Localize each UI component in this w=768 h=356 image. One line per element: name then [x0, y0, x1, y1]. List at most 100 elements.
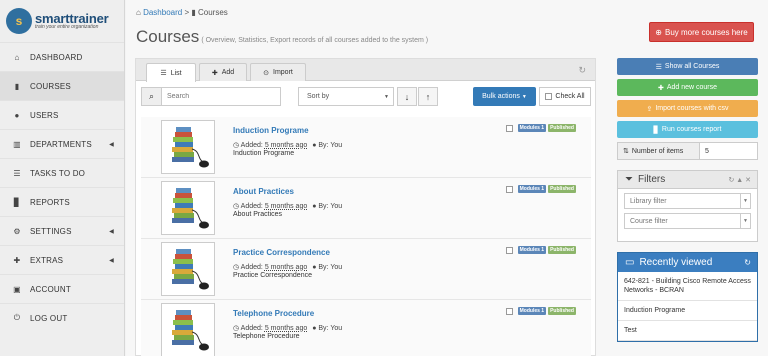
check-all[interactable]: Check All	[539, 87, 591, 106]
course-thumbnail[interactable]	[161, 181, 215, 235]
course-thumbnail[interactable]	[161, 242, 215, 296]
breadcrumb-dashboard-link[interactable]: Dashboard	[143, 8, 182, 17]
add-new-course-button[interactable]: ✚ Add new course	[617, 79, 758, 96]
user-icon: ●	[312, 203, 317, 210]
course-row: Practice Correspondence ◷ Added: 5 month…	[141, 239, 591, 300]
sidebar-item-users[interactable]: ● USERS	[0, 100, 124, 129]
import-csv-button[interactable]: ⇪ Import courses with csv	[617, 100, 758, 117]
clock-icon: ◷	[233, 203, 240, 210]
sidebar-item-account[interactable]: ▣ ACCOUNT	[0, 274, 124, 303]
modules-badge: Modules 1	[517, 246, 547, 254]
check-all-checkbox	[545, 93, 553, 100]
folder-open-icon: ▭	[625, 257, 635, 268]
course-row: Induction Programe ◷ Added: 5 months ago…	[141, 117, 591, 178]
list-icon: ☰	[655, 63, 662, 71]
status-badge: Published	[548, 185, 576, 193]
course-title-link[interactable]: About Practices	[233, 187, 294, 196]
sidebar-item-log-out[interactable]: ⏻ LOG OUT	[0, 303, 124, 332]
sort-numeric-icon: ⇅	[623, 148, 629, 155]
course-filter-select[interactable]: Course filter ▼	[624, 213, 751, 229]
show-all-courses-button[interactable]: ☰ Show all Courses	[617, 58, 758, 75]
course-thumbnail[interactable]	[161, 120, 215, 174]
modules-badge: Modules 1	[517, 124, 547, 132]
recently-viewed-box: ▭ Recently viewed ↻ 642-821 - Building Ci…	[617, 252, 758, 342]
buy-more-courses-button[interactable]: ⊕ Buy more courses here	[649, 22, 754, 42]
sidebar-item-label: DEPARTMENTS	[30, 139, 92, 149]
number-of-items: ⇅ Number of items 5	[617, 142, 758, 160]
tab-import[interactable]: ⊙ Import	[250, 63, 306, 81]
logo-tagline: train your entire organization	[35, 24, 99, 30]
sidebar-item-label: LOG OUT	[30, 313, 68, 323]
dropdown-icon: ▼	[740, 194, 750, 208]
recent-item[interactable]: Test	[618, 321, 757, 341]
status-badge: Published	[548, 124, 576, 132]
course-select-checkbox[interactable]	[505, 185, 513, 193]
cart-icon: ⊕	[655, 27, 662, 37]
sidebar-item-settings[interactable]: ⚙ SETTINGS ◀	[0, 216, 124, 245]
sidebar-item-label: ACCOUNT	[30, 284, 71, 294]
clock-icon: ◷	[233, 264, 240, 271]
refresh-icon[interactable]: ↻	[578, 65, 586, 76]
course-thumbnail[interactable]	[161, 303, 215, 356]
recently-viewed-title: Recently viewed	[639, 257, 713, 268]
course-select-checkbox[interactable]	[505, 307, 513, 315]
tasks-icon: ☰	[13, 168, 21, 178]
course-description: Induction Programe	[233, 150, 295, 157]
course-description: About Practices	[233, 211, 283, 218]
status-badge: Published	[548, 246, 576, 254]
sort-asc-button[interactable]: ↑	[418, 87, 438, 106]
sidebar-item-extras[interactable]: ✚ EXTRAS ◀	[0, 245, 124, 274]
tab-list[interactable]: ☰ List	[146, 63, 196, 82]
course-select-checkbox[interactable]	[505, 246, 513, 254]
courses-panel: ☰List ✚Add ⊙Import ↻ ⌕ Sort by▼ ↓ ↑ Bulk…	[135, 58, 596, 356]
caret-left-icon: ◀	[109, 228, 114, 235]
bulk-actions-button[interactable]: Bulk actions ▼	[473, 87, 536, 106]
sidebar-item-courses[interactable]: ▮ COURSES	[0, 71, 124, 100]
tab-add[interactable]: ✚ Add	[199, 63, 247, 81]
sidebar-item-reports[interactable]: ▊ REPORTS	[0, 187, 124, 216]
clock-icon: ◷	[233, 325, 240, 332]
recent-item[interactable]: Induction Programe	[618, 301, 757, 321]
refresh-icon[interactable]: ↻	[744, 258, 751, 267]
number-of-items-input[interactable]: 5	[700, 143, 709, 159]
course-title-link[interactable]: Telephone Procedure	[233, 309, 314, 318]
sort-desc-button[interactable]: ↓	[397, 87, 417, 106]
sort-select[interactable]: Sort by ▼	[298, 87, 394, 106]
list-toolbar: ⌕ Sort by▼ ↓ ↑ Bulk actions▼ Check All	[141, 87, 591, 107]
caret-down-icon: ▼	[521, 93, 527, 100]
sidebar-item-label: COURSES	[30, 81, 71, 91]
course-title-link[interactable]: Induction Programe	[233, 126, 309, 135]
arrow-down-icon: ↓	[404, 91, 410, 102]
sidebar-item-departments[interactable]: ▥ DEPARTMENTS ◀	[0, 129, 124, 158]
course-row: Telephone Procedure ◷ Added: 5 months ag…	[141, 300, 591, 356]
lock-icon: ▣	[13, 284, 21, 294]
main-content: ⌂ Dashboard > ▮ Courses Courses( Overvie…	[126, 0, 768, 356]
filter-icon: ⏷	[625, 174, 633, 185]
run-report-button[interactable]: ▊ Run courses report	[617, 121, 758, 138]
sidebar-item-tasks-to-do[interactable]: ☰ TASKS TO DO	[0, 158, 124, 187]
course-select-checkbox[interactable]	[505, 124, 513, 132]
dropdown-icon: ▼	[740, 214, 750, 228]
sidebar-item-label: EXTRAS	[30, 255, 64, 265]
clock-icon: ◷	[233, 142, 240, 149]
sidebar: s smarttrainer train your entire organiz…	[0, 0, 125, 356]
logo[interactable]: s smarttrainer train your entire organiz…	[0, 0, 124, 42]
power-icon: ⏻	[13, 313, 21, 322]
filter-controls-icon[interactable]: ↻ ▲ ✕	[728, 176, 751, 184]
breadcrumb: ⌂ Dashboard > ▮ Courses	[136, 8, 228, 17]
user-icon: ●	[312, 264, 317, 271]
search-icon[interactable]: ⌕	[142, 88, 162, 105]
sidebar-item-label: SETTINGS	[30, 226, 72, 236]
course-description: Telephone Procedure	[233, 333, 300, 340]
course-list: Induction Programe ◷ Added: 5 months ago…	[141, 117, 591, 356]
search-input[interactable]	[162, 88, 280, 105]
sidebar-item-dashboard[interactable]: ⌂ DASHBOARD	[0, 42, 124, 71]
right-column: ☰ Show all Courses ✚ Add new course ⇪ Impor…	[617, 58, 758, 342]
book-icon: ▮	[14, 81, 20, 91]
dashboard-icon: ⌂	[14, 52, 20, 62]
course-title-link[interactable]: Practice Correspondence	[233, 248, 330, 257]
recent-item[interactable]: 642-821 - Building Cisco Remote Access N…	[618, 272, 757, 301]
library-filter-select[interactable]: Library filter ▼	[624, 193, 751, 209]
user-icon: ●	[14, 110, 20, 120]
logo-mark-icon: s	[6, 8, 32, 34]
